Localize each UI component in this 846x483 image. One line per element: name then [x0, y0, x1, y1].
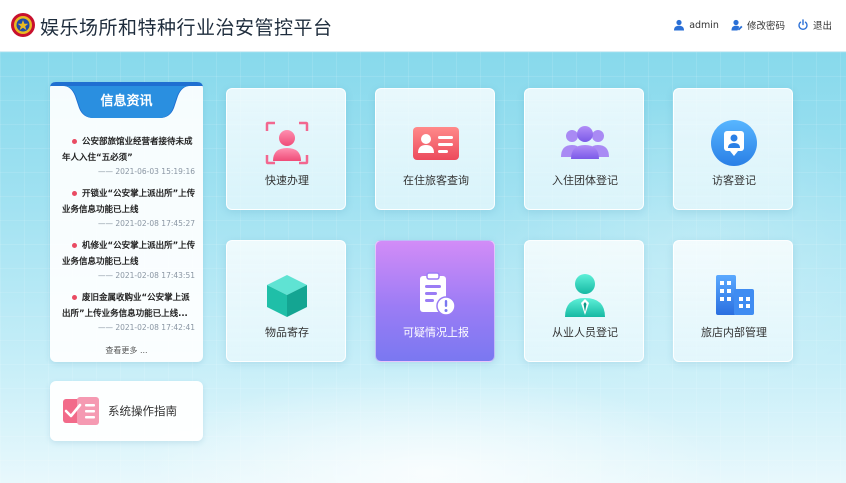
tile-label: 物品寄存: [265, 326, 309, 339]
news-item-text: 开锁业“公安掌上派出所”上传业务信息功能已上线: [62, 189, 196, 215]
news-item[interactable]: 机修业“公安掌上派出所”上传业务信息功能已上线 —— 2021-02-08 17…: [62, 238, 197, 280]
news-item[interactable]: 废旧金属收购业“公安掌上派出所”上传业务信息功能已上线... —— 2021-0…: [62, 290, 197, 332]
id-card-icon: [413, 127, 459, 160]
news-title: 信息资讯: [100, 94, 153, 109]
police-emblem-icon: [11, 13, 35, 37]
change-password-label: 修改密码: [746, 21, 785, 32]
system-guide-button[interactable]: 系统操作指南: [50, 381, 203, 441]
tile-label: 入住团体登记: [552, 174, 618, 187]
tile-label: 可疑情况上报: [403, 326, 469, 339]
tile-label: 访客登记: [712, 174, 756, 187]
tile-visitor-register[interactable]: 访客登记: [673, 88, 793, 210]
tile-label: 在住旅客查询: [403, 174, 469, 187]
report-alert-icon: [420, 272, 456, 316]
news-item-date: —— 2021-02-08 17:45:27: [97, 219, 195, 228]
news-item[interactable]: 公安部旅馆业经营者接待未成年人入住“五必须” —— 2021-06-03 15:…: [62, 134, 197, 176]
power-icon: [798, 19, 808, 31]
header-actions: admin 修改密码 退出: [673, 18, 832, 32]
tile-label: 从业人员登记: [552, 326, 618, 339]
news-item-text: 公安部旅馆业经营者接待未成年人入住“五必须”: [62, 137, 193, 163]
news-list: 公安部旅馆业经营者接待未成年人入住“五必须” —— 2021-06-03 15:…: [62, 134, 197, 342]
news-item-date: —— 2021-02-08 17:43:51: [97, 271, 195, 280]
visitor-icon: [711, 120, 757, 166]
tile-quick-process[interactable]: 快速办理: [226, 88, 346, 210]
change-password-link[interactable]: 修改密码: [731, 18, 785, 32]
checklist-icon: [63, 397, 99, 425]
bullet-dot: [72, 294, 77, 300]
tile-label: 旅店内部管理: [701, 326, 767, 339]
box-icon: [267, 275, 307, 317]
group-icon: [561, 126, 609, 159]
logout-label: 退出: [812, 21, 832, 32]
system-guide-label: 系统操作指南: [108, 404, 177, 418]
news-item-text: 机修业“公安掌上派出所”上传业务信息功能已上线: [62, 241, 196, 267]
tile-hotel-management[interactable]: 旅店内部管理: [673, 240, 793, 362]
user-name: admin: [689, 19, 719, 31]
user-edit-icon: [731, 19, 743, 31]
tile-group-checkin[interactable]: 入住团体登记: [524, 88, 644, 210]
app-title: 娱乐场所和特种行业治安管控平台: [40, 17, 333, 39]
view-more-link[interactable]: 查看更多 ...: [50, 345, 203, 356]
bullet-dot: [72, 242, 77, 248]
news-item-text: 废旧金属收购业“公安掌上派出所”上传业务信息功能已上线...: [62, 293, 190, 319]
user-menu[interactable]: admin: [673, 19, 719, 31]
tile-staff-register[interactable]: 从业人员登记: [524, 240, 644, 362]
tile-guest-query[interactable]: 在住旅客查询: [375, 88, 495, 210]
tile-item-storage[interactable]: 物品寄存: [226, 240, 346, 362]
bullet-dot: [72, 138, 77, 144]
bullet-dot: [72, 190, 77, 196]
news-item[interactable]: 开锁业“公安掌上派出所”上传业务信息功能已上线 —— 2021-02-08 17…: [62, 186, 197, 228]
news-item-date: —— 2021-06-03 15:19:16: [97, 167, 195, 176]
top-header: 娱乐场所和特种行业治安管控平台 admin 修改密码 退出: [0, 0, 846, 52]
logout-button[interactable]: 退出: [797, 18, 832, 32]
face-scan-icon: [265, 121, 309, 165]
staff-icon: [565, 274, 605, 317]
news-item-date: —— 2021-02-08 17:42:41: [97, 323, 195, 332]
tile-label: 快速办理: [265, 174, 309, 187]
news-panel: 信息资讯 公安部旅馆业经营者接待未成年人入住“五必须” —— 2021-06-0…: [50, 82, 203, 362]
user-icon: [674, 19, 685, 31]
tile-suspicious-report[interactable]: 可疑情况上报: [375, 240, 495, 362]
building-icon: [716, 275, 754, 315]
